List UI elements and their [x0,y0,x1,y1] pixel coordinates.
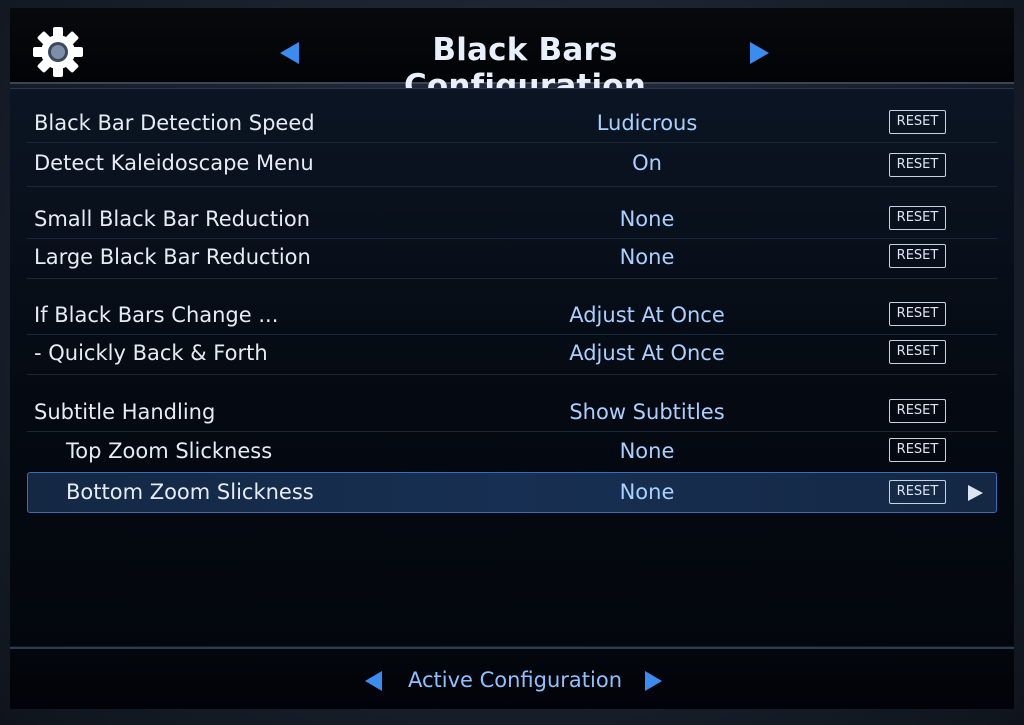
setting-label: - Quickly Back & Forth [34,341,268,365]
setting-value[interactable]: None [497,439,797,463]
setting-value[interactable]: Ludicrous [497,111,797,135]
setting-label: Bottom Zoom Slickness [66,480,314,504]
prev-page-arrow-icon[interactable] [280,42,299,64]
group-divider [27,186,997,187]
reset-button[interactable]: RESET [889,340,946,364]
setting-value[interactable]: None [497,480,797,504]
settings-panel: Black Bar Detection Speed Ludicrous RESE… [10,88,1014,646]
reset-button[interactable]: RESET [889,302,946,326]
reset-button[interactable]: RESET [889,153,946,177]
setting-row-if-bars-change[interactable]: If Black Bars Change ... Adjust At Once … [27,295,997,335]
setting-row-detection-speed[interactable]: Black Bar Detection Speed Ludicrous RESE… [27,103,997,143]
setting-value[interactable]: Adjust At Once [497,303,797,327]
app-window: Black Bars Configuration Black Bar Detec… [0,0,1024,725]
setting-value[interactable]: On [497,151,797,175]
setting-row-small-bar-reduction[interactable]: Small Black Bar Reduction None RESET [27,199,997,239]
setting-row-subtitle-handling[interactable]: Subtitle Handling Show Subtitles RESET [27,392,997,432]
setting-value[interactable]: Show Subtitles [497,400,797,424]
footer-bar: Active Configuration [10,647,1014,709]
active-configuration-selector[interactable]: Active Configuration [390,668,640,692]
reset-button[interactable]: RESET [889,438,946,462]
reset-button[interactable]: RESET [889,480,946,504]
setting-row-kaleidoscape-menu[interactable]: Detect Kaleidoscape Menu On RESET [27,143,997,183]
setting-value[interactable]: Adjust At Once [497,341,797,365]
setting-label: Small Black Bar Reduction [34,207,311,231]
setting-label: Subtitle Handling [34,400,216,424]
triangle-right-icon[interactable] [968,485,983,501]
next-config-arrow-icon[interactable] [645,671,662,691]
reset-button[interactable]: RESET [889,110,946,134]
setting-value[interactable]: None [497,245,797,269]
header-bar: Black Bars Configuration [10,8,1014,104]
reset-button[interactable]: RESET [889,206,946,230]
gear-icon[interactable] [30,24,86,80]
setting-row-top-zoom-slickness[interactable]: Top Zoom Slickness None RESET [27,431,997,471]
group-divider [27,278,997,279]
prev-config-arrow-icon[interactable] [365,671,382,691]
setting-row-quickly-back-forth[interactable]: - Quickly Back & Forth Adjust At Once RE… [27,333,997,373]
setting-row-large-bar-reduction[interactable]: Large Black Bar Reduction None RESET [27,237,997,277]
reset-button[interactable]: RESET [889,399,946,423]
setting-row-bottom-zoom-slickness[interactable]: Bottom Zoom Slickness None RESET [27,472,997,513]
setting-label: Large Black Bar Reduction [34,245,311,269]
setting-label: Top Zoom Slickness [66,439,273,463]
next-page-arrow-icon[interactable] [750,42,769,64]
setting-value[interactable]: None [497,207,797,231]
reset-button[interactable]: RESET [889,244,946,268]
setting-label: Detect Kaleidoscape Menu [34,151,314,175]
setting-label: If Black Bars Change ... [34,303,279,327]
setting-label: Black Bar Detection Speed [34,111,315,135]
group-divider [27,374,997,375]
